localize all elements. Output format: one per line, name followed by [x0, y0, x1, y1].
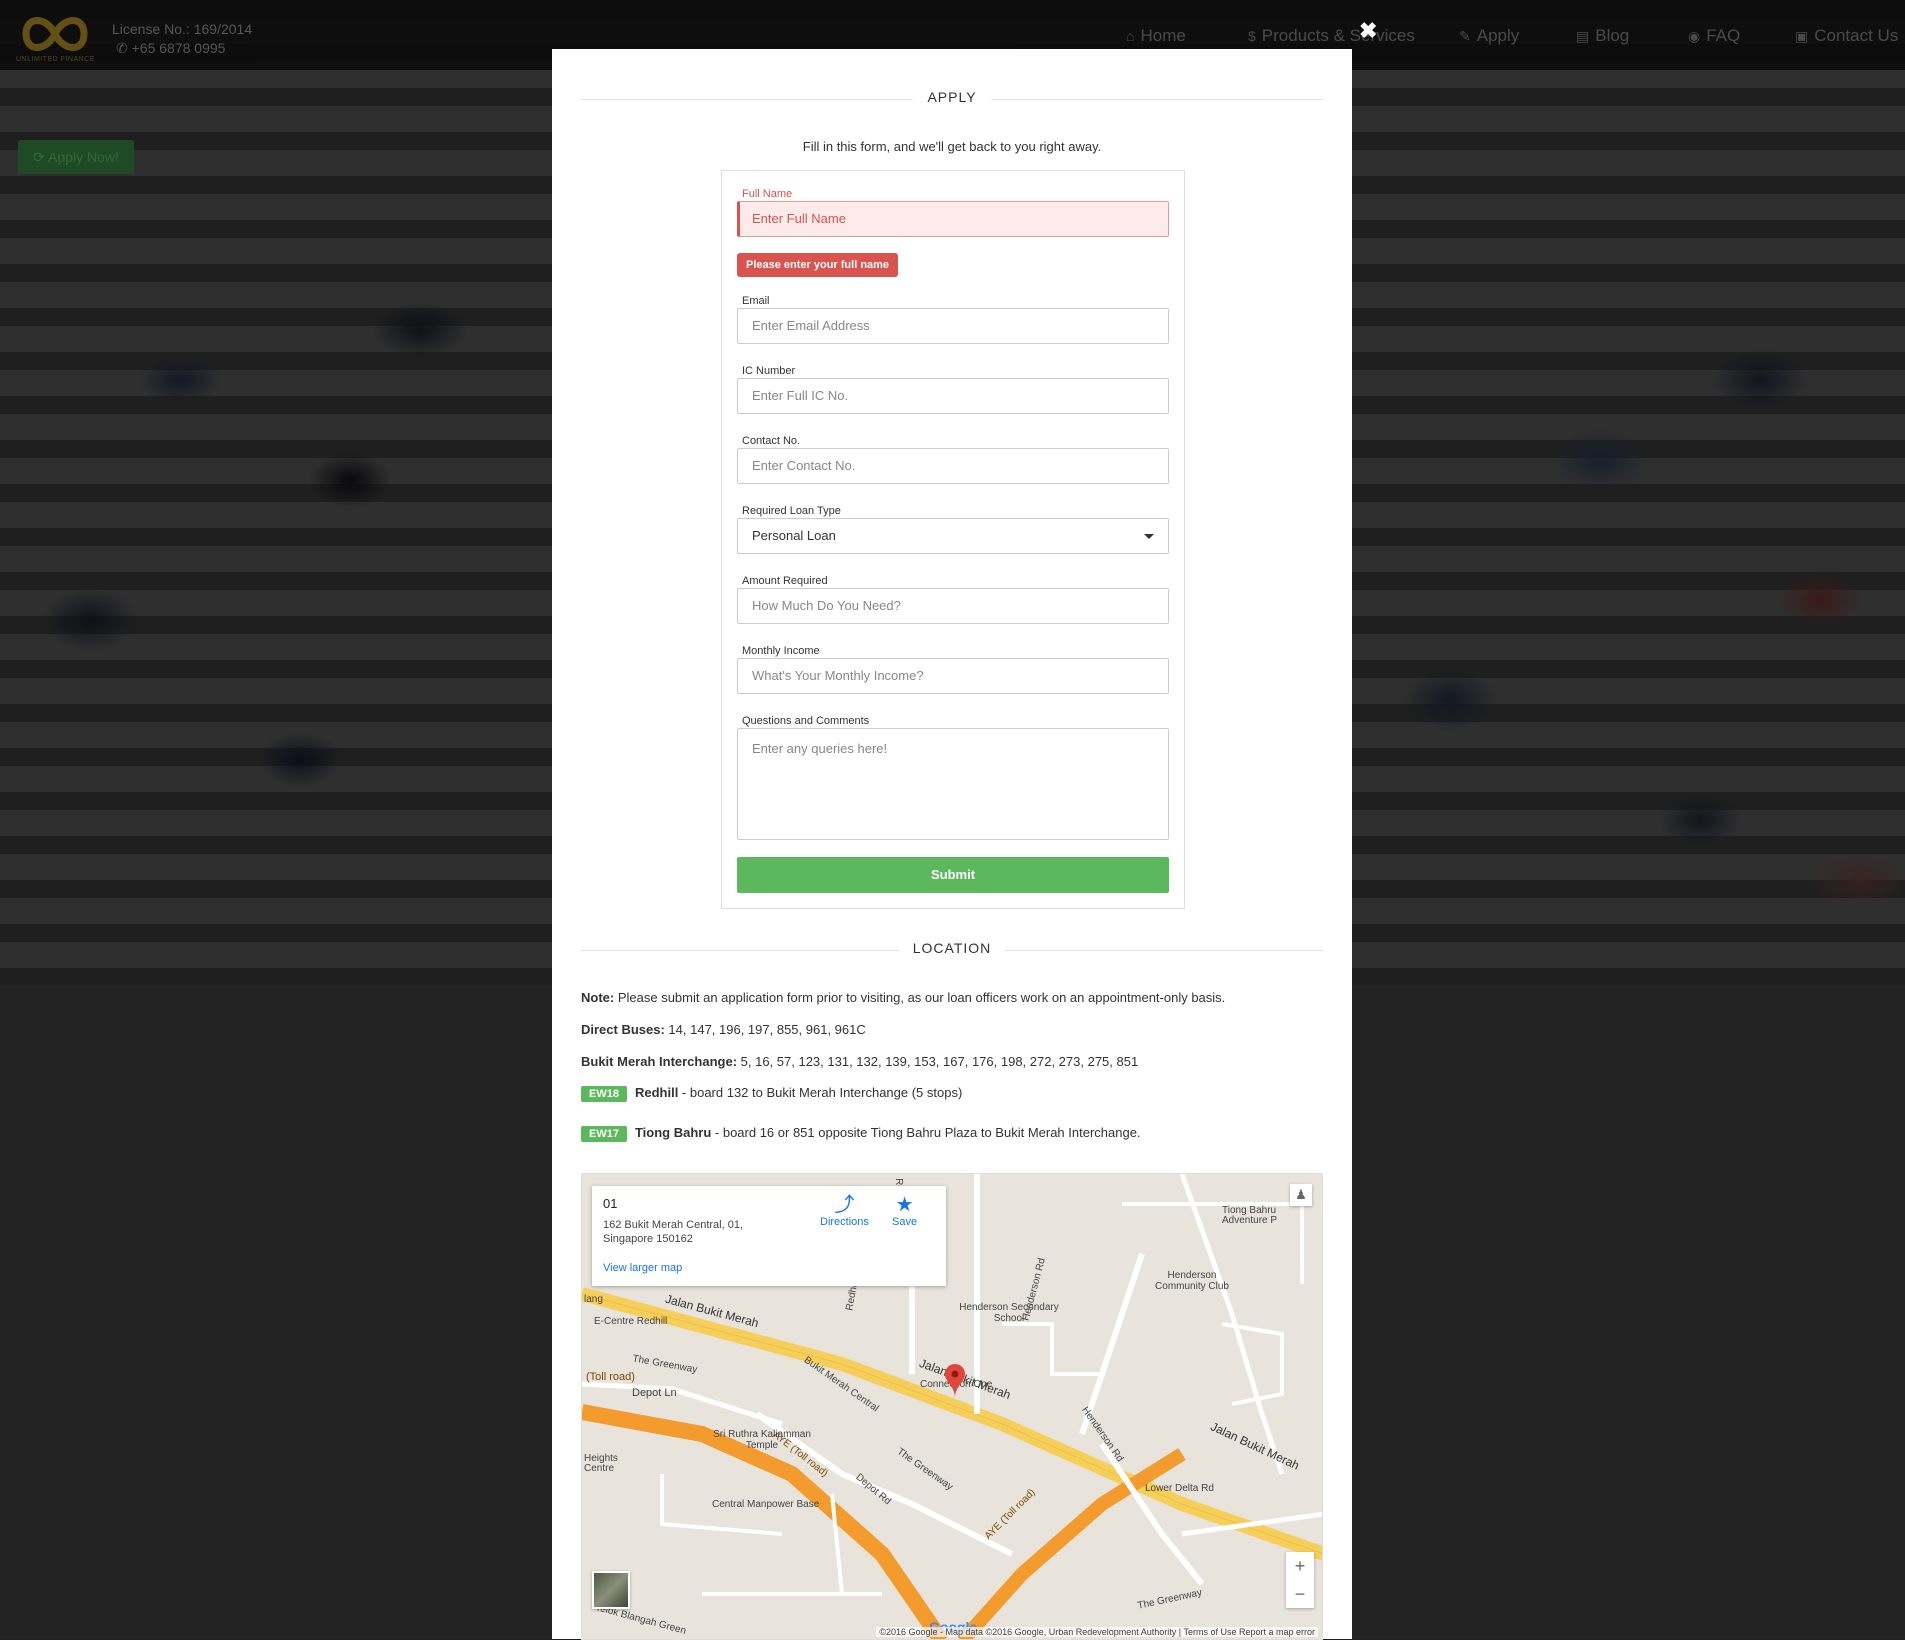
save-button[interactable]: ★ Save [892, 1194, 917, 1228]
amount-required-input[interactable]: How Much Do You Need? [737, 588, 1169, 624]
ic-number-input[interactable]: Enter Full IC No. [737, 378, 1169, 414]
apply-section-title: APPLY [581, 89, 1323, 109]
refresh-icon: ⟳ [33, 149, 49, 165]
mrt-badge: EW17 [581, 1126, 627, 1142]
mrt-tiong-bahru: EW17 Tiong Bahru - board 16 or 851 opposi… [581, 1125, 1141, 1142]
nav-home[interactable]: ⌂ Home [1126, 26, 1186, 46]
pegman-icon[interactable]: ♟ [1290, 1184, 1312, 1206]
directions-icon: ⤴ [834, 1194, 855, 1216]
email-input[interactable]: Enter Email Address [737, 308, 1169, 344]
star-icon: ★ [895, 1194, 914, 1216]
home-icon: ⌂ [1126, 28, 1135, 44]
license-number: License No.: 169/2014 [112, 21, 253, 37]
phone-icon: ✆ [116, 40, 132, 56]
full-name-label: Full Name [742, 188, 793, 200]
apply-modal: APPLY Fill in this form, and we'll get b… [552, 49, 1352, 1640]
chat-icon: ▣ [1795, 28, 1809, 44]
loan-type-label: Required Loan Type [742, 505, 841, 517]
directions-button[interactable]: ⤴ Directions [820, 1194, 869, 1228]
zoom-in-button[interactable]: + [1286, 1552, 1314, 1580]
nav-faq[interactable]: ◉ FAQ [1688, 26, 1740, 46]
monthly-income-label: Monthly Income [742, 645, 820, 657]
form-intro: Fill in this form, and we'll get back to… [802, 139, 1102, 154]
nav-blog[interactable]: ▤ Blog [1576, 26, 1629, 46]
map-info-window: 01 162 Bukit Merah Central, 01, Singapor… [592, 1186, 946, 1286]
nav-apply[interactable]: ✎ Apply [1459, 26, 1519, 46]
questions-label: Questions and Comments [742, 715, 870, 727]
nav-products-services[interactable]: $ Products & Services [1248, 26, 1415, 46]
dollar-icon: $ [1248, 28, 1256, 44]
map-zoom-control: + − [1286, 1552, 1314, 1608]
satellite-toggle[interactable] [592, 1571, 630, 1609]
location-section-title: LOCATION [581, 940, 1323, 960]
nav-contact-us[interactable]: ▣ Contact Us [1795, 26, 1898, 46]
full-name-input[interactable]: Enter Full Name [737, 201, 1169, 237]
close-icon[interactable]: ✖ [1359, 18, 1377, 44]
map-marker-icon[interactable] [945, 1364, 965, 1398]
direct-buses: Direct Buses: 14, 147, 196, 197, 855, 96… [581, 1022, 866, 1037]
caret-down-icon [1144, 534, 1154, 539]
view-larger-map-link[interactable]: View larger map [603, 1262, 682, 1274]
location-map[interactable]: Jalan Bukit Merah Jalan Bukit Merah Jala… [581, 1173, 1323, 1640]
zoom-out-button[interactable]: − [1286, 1580, 1314, 1608]
questions-textarea[interactable]: Enter any queries here! [737, 728, 1169, 840]
contact-number-label: Contact No. [742, 435, 801, 447]
logo-text: UNLIMITED FINANCE [16, 56, 95, 63]
apply-now-button[interactable]: ⟳ Apply Now! [18, 140, 134, 174]
phone-number: ✆ +65 6878 0995 [116, 40, 226, 56]
submit-button[interactable]: Submit [737, 857, 1169, 893]
ic-number-label: IC Number [742, 365, 796, 377]
newspaper-icon: ▤ [1576, 28, 1590, 44]
map-copyright[interactable]: ©2016 Google - Map data ©2016 Google, Ur… [876, 1627, 1318, 1637]
mrt-badge: EW18 [581, 1086, 627, 1102]
visit-note: Note: Please submit an application form … [581, 990, 1226, 1005]
monthly-income-input[interactable]: What's Your Monthly Income? [737, 658, 1169, 694]
full-name-error: Please enter your full name [737, 253, 899, 277]
loan-type-select[interactable]: Personal Loan [737, 518, 1169, 554]
application-form: Full Name Enter Full Name Please enter y… [721, 170, 1185, 909]
interchange-buses: Bukit Merah Interchange: 5, 16, 57, 123,… [581, 1054, 1139, 1069]
place-address: 162 Bukit Merah Central, 01, Singapore 1… [603, 1219, 744, 1245]
place-title: 01 [603, 1196, 618, 1211]
email-label: Email [742, 295, 770, 307]
edit-icon: ✎ [1459, 28, 1471, 44]
mrt-redhill: EW18 Redhill - board 132 to Bukit Merah I… [581, 1085, 962, 1102]
amount-required-label: Amount Required [742, 575, 828, 587]
map-marker-icon: ◉ [1688, 28, 1701, 44]
contact-number-input[interactable]: Enter Contact No. [737, 448, 1169, 484]
